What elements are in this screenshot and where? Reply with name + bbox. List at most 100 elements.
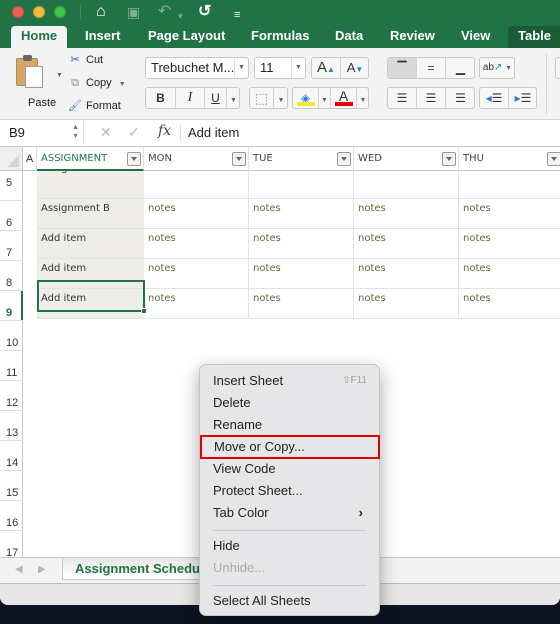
paste-dropdown-icon[interactable]: ▼ (56, 72, 63, 79)
undo-icon[interactable]: ↶ (158, 2, 171, 22)
filter-dropdown-icon[interactable] (232, 152, 246, 166)
table-cell[interactable]: notes (354, 199, 459, 229)
font-color-dropdown-icon[interactable]: ▼ (357, 88, 369, 108)
fill-handle[interactable] (141, 308, 147, 314)
row-header-9[interactable]: 9 (0, 291, 23, 321)
orientation-button[interactable]: ab↗ ▼ (480, 58, 515, 78)
table-cell[interactable]: notes (249, 229, 354, 259)
number-format-select[interactable] (555, 57, 560, 79)
table-cell[interactable]: notes (459, 199, 560, 229)
column-header-mon[interactable]: MON (144, 147, 249, 171)
font-family-select[interactable]: Trebuchet M... ▼ (145, 57, 249, 79)
tab-home[interactable]: Home (11, 26, 68, 48)
row-header-13[interactable]: 13 (0, 411, 23, 441)
home-icon[interactable]: ⌂ (96, 2, 106, 22)
table-cell[interactable]: notes (249, 199, 354, 229)
table-cell[interactable]: notes (144, 259, 249, 289)
row-header-15[interactable]: 15 (0, 471, 23, 501)
row-header-14[interactable]: 14 (0, 441, 23, 471)
row-header-16[interactable]: 16 (0, 501, 23, 531)
align-bottom-button[interactable]: ▁ (446, 58, 475, 78)
table-cell[interactable]: notes (354, 229, 459, 259)
redo-icon[interactable]: ↺ (198, 2, 211, 22)
shrink-font-button[interactable]: A▼ (341, 58, 369, 78)
copy-button[interactable]: ⧉ Copy ▼ (66, 74, 126, 92)
grow-font-button[interactable]: A▲ (312, 58, 341, 78)
table-cell[interactable]: notes (144, 229, 249, 259)
italic-button[interactable]: I (176, 88, 205, 108)
row-header-11[interactable]: 11 (0, 351, 23, 381)
underline-dropdown-icon[interactable]: ▼ (227, 88, 240, 108)
undo-dropdown-icon[interactable]: ▾ (178, 6, 183, 26)
table-cell[interactable]: notes (459, 229, 560, 259)
row-header-10[interactable]: 10 (0, 321, 23, 351)
fill-color-dropdown-icon[interactable]: ▼ (319, 88, 331, 108)
table-cell[interactable]: notes (459, 289, 560, 319)
column-header-thu[interactable]: THU (459, 147, 560, 171)
font-size-select[interactable]: 11 ▼ (254, 57, 306, 79)
menu-item-move-or-copy[interactable]: Move or Copy... (200, 435, 380, 459)
table-cell[interactable]: Assignment B (37, 199, 144, 229)
column-header-wed[interactable]: WED (354, 147, 459, 171)
save-icon[interactable]: ▣ (127, 2, 140, 22)
menu-item-delete[interactable]: Delete (200, 392, 379, 414)
zoom-window-button[interactable] (54, 6, 66, 18)
tab-table[interactable]: Table (508, 26, 560, 48)
row-header-6[interactable]: 6 (0, 201, 23, 231)
tab-data[interactable]: Data (325, 26, 373, 48)
column-header-a[interactable]: A (23, 147, 37, 171)
copy-dropdown-icon[interactable]: ▼ (119, 81, 126, 88)
row-header-7[interactable]: 7 (0, 231, 23, 261)
decrease-indent-button[interactable]: ◂☰ (480, 88, 509, 108)
minimize-window-button[interactable] (33, 6, 45, 18)
borders-icon[interactable]: ⬚ (250, 88, 274, 108)
menu-item-protect-sheet[interactable]: Protect Sheet... (200, 480, 379, 502)
bold-button[interactable]: B (146, 88, 176, 108)
table-cell[interactable]: notes (144, 199, 249, 229)
table-cell[interactable]: notes (249, 259, 354, 289)
menu-item-insert-sheet[interactable]: Insert Sheet ⇧F11 (200, 370, 379, 392)
table-cell[interactable]: notes (459, 171, 560, 199)
table-cell[interactable]: notes (459, 259, 560, 289)
insert-function-button[interactable]: fx (158, 123, 171, 139)
select-all-button[interactable] (0, 147, 23, 171)
menu-item-hide[interactable]: Hide (200, 535, 379, 557)
menu-item-tab-color[interactable]: Tab Color › (200, 502, 379, 524)
tab-page-layout[interactable]: Page Layout (138, 26, 235, 48)
menu-item-view-code[interactable]: View Code (200, 458, 379, 480)
cancel-icon[interactable]: ✕ (100, 124, 112, 141)
align-top-button[interactable]: ▔ (388, 58, 417, 78)
filter-dropdown-icon[interactable] (547, 152, 560, 166)
cut-button[interactable]: ✂ Cut (66, 51, 103, 69)
formula-input[interactable]: Add item (188, 125, 239, 140)
menu-item-select-all-sheets[interactable]: Select All Sheets (200, 590, 379, 612)
column-header-assignment[interactable]: ASSIGNMENT (37, 147, 144, 171)
align-center-button[interactable]: ☰ (417, 88, 446, 108)
row-header-12[interactable]: 12 (0, 381, 23, 411)
underline-button[interactable]: U (205, 88, 227, 108)
paste-button[interactable]: ▼ Paste (10, 54, 63, 110)
tab-insert[interactable]: Insert (75, 26, 130, 48)
format-painter-button[interactable]: 🖌 Format (66, 97, 121, 115)
tab-review[interactable]: Review (380, 26, 445, 48)
name-box[interactable]: B9 ▲ ▼ (0, 121, 84, 145)
sheet-tab-assignment-schedule[interactable]: Assignment Schedule (62, 558, 212, 580)
table-cell[interactable]: notes (144, 289, 249, 319)
row-header-5[interactable]: 5 (0, 171, 23, 201)
close-window-button[interactable] (12, 6, 24, 18)
enter-icon[interactable]: ✓ (128, 124, 140, 141)
table-cell[interactable]: notes (354, 171, 459, 199)
borders-dropdown-icon[interactable]: ▼ (274, 88, 288, 108)
table-cell[interactable]: notes (354, 289, 459, 319)
filter-dropdown-icon[interactable] (127, 152, 141, 166)
menu-item-rename[interactable]: Rename (200, 414, 379, 436)
align-middle-button[interactable]: = (417, 58, 446, 78)
previous-sheet-icon[interactable]: ◀ (15, 564, 23, 575)
row-header-8[interactable]: 8 (0, 261, 23, 291)
customize-toolbar-icon[interactable]: ≡ (234, 5, 240, 25)
align-left-button[interactable]: ☰ (388, 88, 417, 108)
tab-formulas[interactable]: Formulas (241, 26, 320, 48)
tab-view[interactable]: View (451, 26, 500, 48)
next-sheet-icon[interactable]: ▶ (38, 564, 46, 575)
table-cell[interactable]: notes (354, 259, 459, 289)
